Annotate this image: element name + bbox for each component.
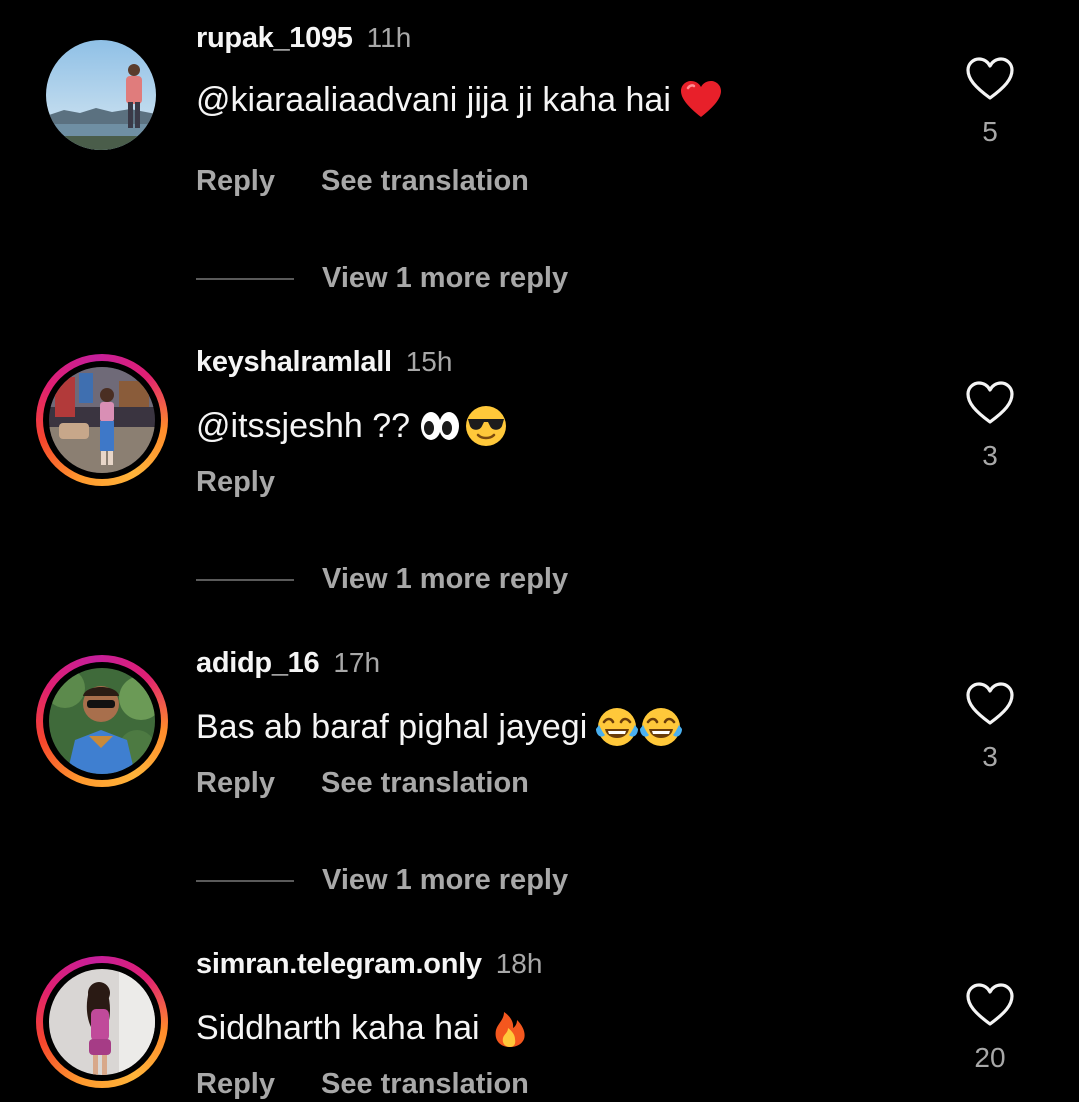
heart-outline-icon bbox=[966, 57, 1014, 100]
eyes-icon bbox=[418, 404, 462, 448]
timestamp: 18h bbox=[495, 948, 543, 979]
avatar-photo bbox=[49, 668, 155, 774]
avatar[interactable] bbox=[36, 354, 168, 486]
comment-text: @kiaraaliaadvani jija ji kaha hai bbox=[196, 78, 723, 122]
like-button[interactable]: 20 bbox=[960, 982, 1020, 1074]
avatar-photo bbox=[49, 969, 155, 1075]
avatar[interactable] bbox=[36, 956, 168, 1088]
timestamp: 11h bbox=[366, 22, 412, 53]
see-translation-button[interactable]: See translation bbox=[321, 165, 529, 197]
fire-icon bbox=[488, 1006, 532, 1050]
avatar-photo bbox=[46, 40, 156, 150]
comment-actions: Reply bbox=[196, 466, 275, 499]
divider-line bbox=[196, 578, 294, 581]
comment-body: @kiaraaliaadvani jija ji kaha hai bbox=[196, 80, 671, 119]
comment-text: @itssjeshh ?? bbox=[196, 404, 508, 448]
see-translation-button[interactable]: See translation bbox=[321, 1068, 529, 1100]
username[interactable]: adidp_16 bbox=[196, 647, 320, 679]
view-more-label: View 1 more reply bbox=[322, 864, 569, 896]
view-more-replies[interactable]: View 1 more reply bbox=[196, 563, 568, 596]
reply-button[interactable]: Reply bbox=[196, 466, 275, 498]
username[interactable]: simran.telegram.only bbox=[196, 948, 482, 980]
view-more-replies[interactable]: View 1 more reply bbox=[196, 864, 568, 897]
heart-outline-icon bbox=[966, 682, 1014, 725]
reply-button[interactable]: Reply bbox=[196, 767, 275, 799]
comment-header: rupak_1095 11h bbox=[196, 22, 411, 55]
username[interactable]: rupak_1095 bbox=[196, 22, 353, 54]
comment-header: keyshalramlall 15h bbox=[196, 346, 452, 379]
divider-line bbox=[196, 879, 294, 882]
divider-line bbox=[196, 277, 294, 280]
avatar[interactable] bbox=[36, 655, 168, 787]
comment-text: Siddharth kaha hai bbox=[196, 1006, 532, 1050]
red-heart-icon bbox=[679, 78, 723, 122]
username[interactable]: keyshalramlall bbox=[196, 346, 392, 378]
timestamp: 15h bbox=[405, 346, 453, 377]
like-count: 20 bbox=[974, 1042, 1006, 1073]
like-count: 3 bbox=[982, 741, 998, 772]
see-translation-button[interactable]: See translation bbox=[321, 767, 529, 799]
view-more-label: View 1 more reply bbox=[322, 262, 569, 294]
avatar[interactable] bbox=[46, 40, 156, 150]
sunglasses-face-icon bbox=[464, 404, 508, 448]
comment-actions: Reply See translation bbox=[196, 1068, 529, 1101]
heart-outline-icon bbox=[966, 381, 1014, 424]
comment-body: Bas ab baraf pighal jayegi bbox=[196, 707, 588, 746]
comment-text: Bas ab baraf pighal jayegi bbox=[196, 705, 683, 749]
comment-actions: Reply See translation bbox=[196, 767, 529, 800]
like-count: 3 bbox=[982, 440, 998, 471]
reply-button[interactable]: Reply bbox=[196, 1068, 275, 1100]
heart-outline-icon bbox=[966, 983, 1014, 1026]
tears-of-joy-icon bbox=[595, 705, 639, 749]
view-more-replies[interactable]: View 1 more reply bbox=[196, 262, 568, 295]
comment-body: @itssjeshh ?? bbox=[196, 406, 411, 445]
comment-header: adidp_16 17h bbox=[196, 647, 380, 680]
like-count: 5 bbox=[982, 116, 998, 147]
comment-actions: Reply See translation bbox=[196, 165, 529, 198]
like-button[interactable]: 3 bbox=[960, 380, 1020, 472]
avatar-photo bbox=[49, 367, 155, 473]
reply-button[interactable]: Reply bbox=[196, 165, 275, 197]
view-more-label: View 1 more reply bbox=[322, 563, 569, 595]
comment-header: simran.telegram.only 18h bbox=[196, 948, 542, 981]
comment-body: Siddharth kaha hai bbox=[196, 1008, 480, 1047]
like-button[interactable]: 5 bbox=[960, 56, 1020, 148]
timestamp: 17h bbox=[333, 647, 381, 678]
tears-of-joy-icon bbox=[639, 705, 683, 749]
like-button[interactable]: 3 bbox=[960, 681, 1020, 773]
